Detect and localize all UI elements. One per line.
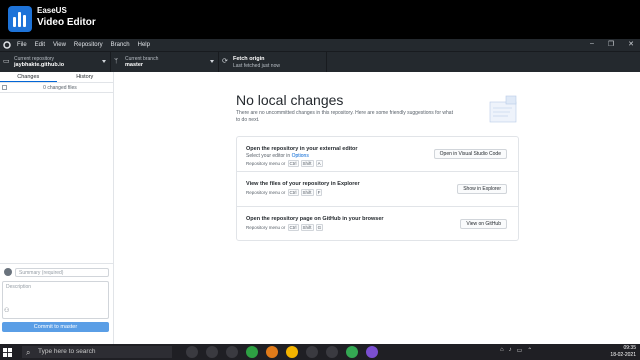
summary-input[interactable]: Summary (required) <box>15 268 109 277</box>
key-shift: Shift <box>300 189 314 196</box>
taskbar-app-icon[interactable] <box>306 346 318 358</box>
fetch-label: Fetch origin <box>233 56 265 62</box>
suggestion-subtitle: Select your editor in Options <box>246 153 309 159</box>
subtitle-text: Select your editor in <box>246 153 292 159</box>
taskbar-app-icon[interactable] <box>366 346 378 358</box>
suggestion-title: Open the repository page on GitHub in yo… <box>246 216 384 222</box>
branch-name: master <box>125 62 144 68</box>
toolbar: ▭ Current repository jaybhakte.github.io… <box>0 51 640 73</box>
shortcut-hint: Repository menu or Ctrl Shift G <box>246 224 324 231</box>
menubar: File Edit View Repository Branch Help – … <box>0 39 640 51</box>
options-link[interactable]: Options <box>292 153 309 159</box>
taskbar-app-icon[interactable] <box>226 346 238 358</box>
key-f: F <box>315 189 323 196</box>
add-coauthor-icon[interactable]: ⚇ <box>4 307 9 314</box>
open-in-vscode-button[interactable]: Open in Visual Studio Code <box>433 149 507 159</box>
github-logo-icon <box>3 41 11 49</box>
taskbar-app-icon[interactable] <box>286 346 298 358</box>
menu-help[interactable]: Help <box>138 42 150 48</box>
suggestion-title: Open the repository in your external edi… <box>246 146 358 152</box>
window-controls: – ❐ ✕ <box>590 40 634 48</box>
minimize-button[interactable]: – <box>590 40 594 48</box>
clock-date: 18-02-2021 <box>610 351 636 358</box>
taskbar-app-icon[interactable] <box>266 346 278 358</box>
menu-repository[interactable]: Repository <box>74 42 103 48</box>
current-repository-dropdown[interactable]: ▭ Current repository jaybhakte.github.io <box>0 52 111 73</box>
windows-logo-icon <box>2 347 12 357</box>
main-panel: No local changes There are no uncommitte… <box>114 72 640 344</box>
easeus-logo-icon <box>8 6 32 32</box>
suggestion-title: View the files of your repository in Exp… <box>246 181 360 187</box>
shortcut-prefix: Repository menu or <box>246 225 286 230</box>
menu-edit[interactable]: Edit <box>35 42 45 48</box>
menu-view[interactable]: View <box>53 42 66 48</box>
suggestion-view-github: Open the repository page on GitHub in yo… <box>237 207 518 242</box>
clock[interactable]: 09:35 18-02-2021 <box>610 345 636 358</box>
key-g: G <box>315 224 324 231</box>
show-in-explorer-button[interactable]: Show in Explorer <box>457 184 507 194</box>
tab-history[interactable]: History <box>57 72 114 82</box>
suggestions-card: Open the repository in your external edi… <box>236 136 519 241</box>
current-branch-dropdown[interactable]: ᛘ Current branch master <box>111 52 219 73</box>
maximize-button[interactable]: ❐ <box>608 40 614 48</box>
close-button[interactable]: ✕ <box>628 40 634 48</box>
network-icon[interactable]: ⌂ <box>500 347 504 354</box>
video-editor-watermark: EaseUS Video Editor <box>0 0 640 39</box>
suggestion-open-editor: Open the repository in your external edi… <box>237 137 518 172</box>
no-changes-illustration-icon <box>489 95 517 123</box>
repository-name: jaybhakte.github.io <box>14 62 65 68</box>
description-input[interactable]: Description <box>2 281 109 319</box>
watermark-brand: EaseUS <box>37 6 67 15</box>
key-ctrl: Ctrl <box>287 189 299 196</box>
changes-header: 0 changed files <box>0 83 113 93</box>
page-description: There are no uncommitted changes in this… <box>236 110 453 123</box>
chevron-up-icon[interactable]: ⌃ <box>527 347 532 354</box>
pinned-apps <box>186 346 378 358</box>
chevron-down-icon <box>102 60 106 63</box>
sync-icon: ⟳ <box>222 58 228 65</box>
battery-icon[interactable]: ▭ <box>517 347 523 354</box>
shortcut-hint: Repository menu or Ctrl Shift F <box>246 189 323 196</box>
system-tray: ⌂ ♪ ▭ ⌃ <box>500 347 532 354</box>
fetch-origin-button[interactable]: ⟳ Fetch origin Last fetched just now <box>219 52 327 73</box>
key-shift: Shift <box>300 160 314 167</box>
taskbar-app-icon[interactable] <box>186 346 198 358</box>
key-a: A <box>315 160 323 167</box>
key-shift: Shift <box>300 224 314 231</box>
taskbar-app-icon[interactable] <box>326 346 338 358</box>
taskbar: ⌕ Type here to search ⌂ ♪ ▭ ⌃ 09:35 18-0… <box>0 344 640 360</box>
menu-branch[interactable]: Branch <box>111 42 130 48</box>
commit-panel: Summary (required) Description ⚇ Commit … <box>0 263 113 344</box>
key-ctrl: Ctrl <box>287 160 299 167</box>
screen: EaseUS Video Editor File Edit View Repos… <box>0 0 640 360</box>
key-ctrl: Ctrl <box>287 224 299 231</box>
page-title: No local changes <box>236 92 344 108</box>
suggestion-show-explorer: View the files of your repository in Exp… <box>237 172 518 207</box>
search-placeholder: Type here to search <box>38 348 96 355</box>
sidebar: Changes History 0 changed files Summary … <box>0 72 114 344</box>
menu-file[interactable]: File <box>17 42 27 48</box>
shortcut-prefix: Repository menu or <box>246 161 286 166</box>
repository-icon: ▭ <box>3 58 10 65</box>
watermark-product: Video Editor <box>37 17 96 28</box>
volume-icon[interactable]: ♪ <box>509 347 512 354</box>
taskbar-app-icon[interactable] <box>346 346 358 358</box>
shortcut-hint: Repository menu or Ctrl Shift A <box>246 160 324 167</box>
taskbar-app-icon[interactable] <box>206 346 218 358</box>
windows-start-button[interactable] <box>0 344 14 360</box>
search-icon: ⌕ <box>26 348 31 357</box>
tab-changes[interactable]: Changes <box>0 72 57 82</box>
shortcut-prefix: Repository menu or <box>246 190 286 195</box>
view-on-github-button[interactable]: View on GitHub <box>460 219 507 229</box>
fetch-status: Last fetched just now <box>233 63 280 69</box>
commit-button[interactable]: Commit to master <box>2 322 109 332</box>
changed-files-count: 0 changed files <box>43 84 77 91</box>
sidebar-tabs: Changes History <box>0 72 113 83</box>
taskbar-search[interactable]: ⌕ Type here to search <box>22 346 172 358</box>
chevron-down-icon <box>210 60 214 63</box>
avatar <box>4 268 12 276</box>
branch-icon: ᛘ <box>114 58 119 65</box>
taskbar-app-icon[interactable] <box>246 346 258 358</box>
